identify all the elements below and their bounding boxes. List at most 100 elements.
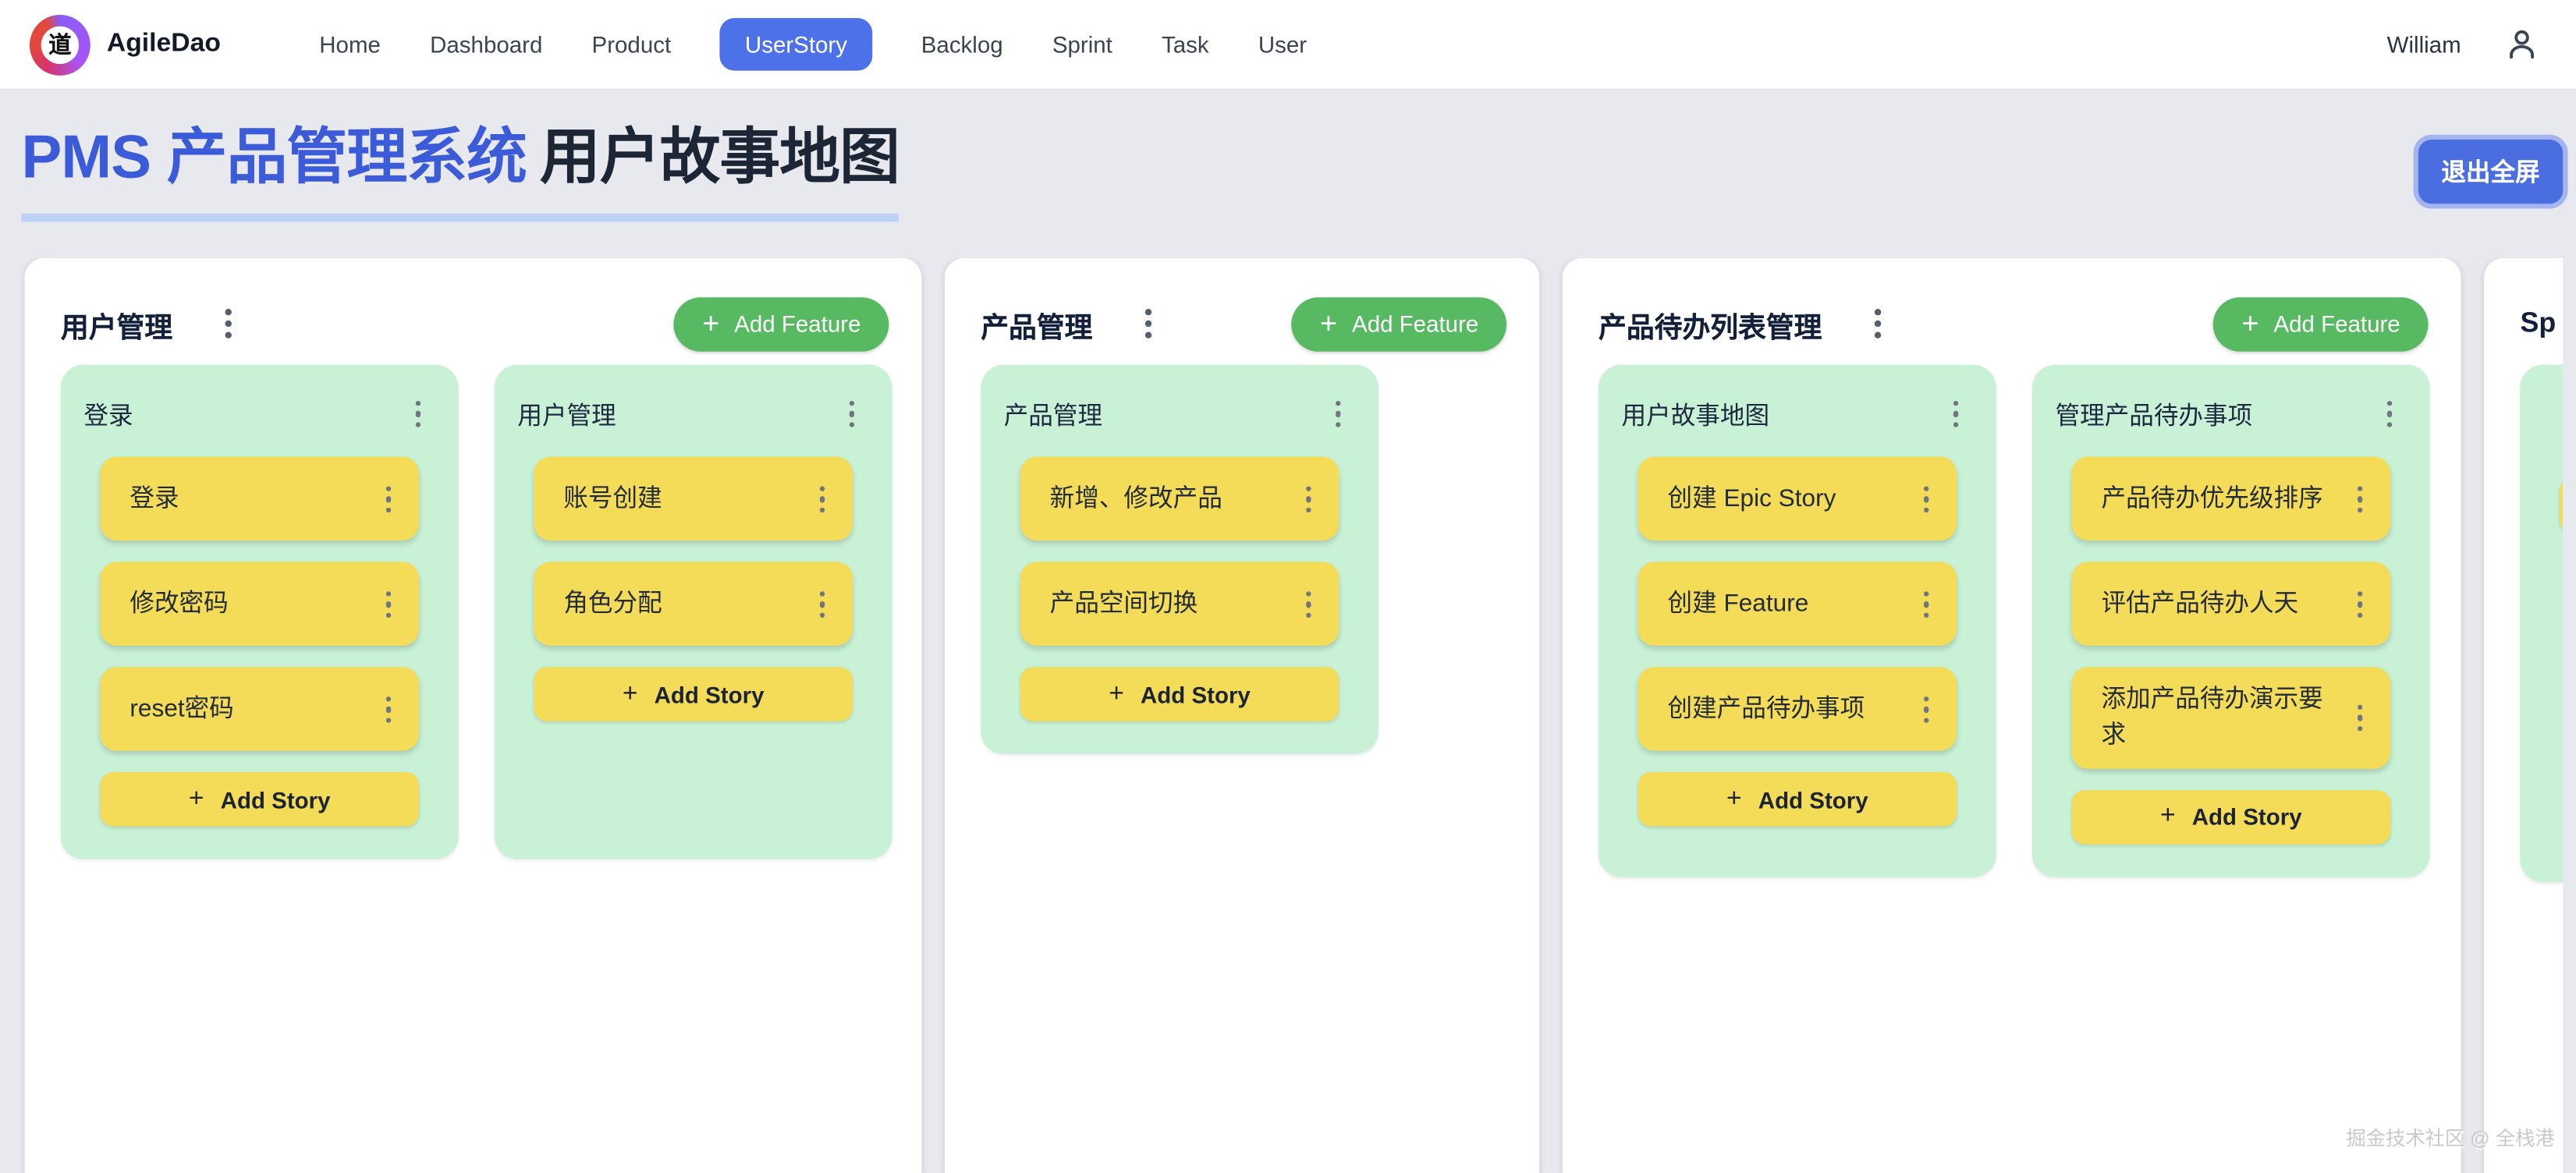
plus-icon: + bbox=[1320, 310, 1337, 339]
kebab-dot bbox=[849, 411, 854, 416]
kebab-menu-icon[interactable] bbox=[1914, 584, 1936, 625]
kebab-dot bbox=[1335, 422, 1340, 427]
kebab-menu-icon[interactable] bbox=[1914, 689, 1936, 730]
story-card[interactable]: 新增、修改产品 bbox=[1020, 457, 1339, 540]
story-card[interactable]: 登录 bbox=[100, 457, 419, 540]
kebab-menu-icon[interactable] bbox=[1866, 303, 1889, 346]
kebab-dot bbox=[2357, 612, 2362, 618]
nav-item-dashboard[interactable]: Dashboard bbox=[430, 18, 542, 70]
story-label: 评估产品待办人天 bbox=[2101, 586, 2325, 622]
story-card[interactable]: 创建 Feature bbox=[1638, 562, 1957, 646]
kebab-menu-icon[interactable] bbox=[406, 394, 428, 434]
story-card[interactable]: 添加产品待办演示要求 bbox=[2072, 668, 2391, 769]
kebab-menu-icon[interactable] bbox=[2348, 479, 2370, 519]
user-name[interactable]: William bbox=[2387, 31, 2461, 58]
nav-menu: Home Dashboard Product UserStory Backlog Spri… bbox=[319, 18, 1307, 70]
story-card[interactable]: 修改密码 bbox=[100, 562, 419, 646]
story-card[interactable]: 创建 Epic Story bbox=[1638, 457, 1957, 540]
kebab-menu-icon[interactable] bbox=[811, 584, 832, 625]
nav-item-task[interactable]: Task bbox=[1162, 18, 1209, 70]
person-outline-icon[interactable] bbox=[2503, 27, 2539, 62]
plus-icon: + bbox=[2160, 804, 2176, 831]
story-label: reset密码 bbox=[130, 692, 353, 728]
add-feature-button[interactable]: +Add Feature bbox=[1292, 297, 1506, 352]
nav-item-backlog[interactable]: Backlog bbox=[921, 18, 1003, 70]
kebab-dot bbox=[2357, 601, 2362, 607]
kebab-dot bbox=[1923, 507, 1928, 512]
nav-item-userstory[interactable]: UserStory bbox=[720, 18, 871, 70]
add-feature-button[interactable]: +Add Feature bbox=[2214, 297, 2429, 352]
kebab-menu-icon[interactable] bbox=[1944, 394, 1966, 434]
nav-item-user[interactable]: User bbox=[1258, 18, 1307, 70]
kebab-dot bbox=[385, 696, 391, 701]
exit-fullscreen-button[interactable]: 退出全屏 bbox=[2418, 140, 2563, 204]
kebab-menu-icon[interactable] bbox=[377, 479, 399, 519]
feature-title: 用户管理 bbox=[517, 397, 840, 431]
kebab-dot bbox=[2357, 726, 2362, 732]
kebab-menu-icon[interactable] bbox=[1914, 479, 1936, 519]
kebab-dot bbox=[2357, 507, 2362, 512]
story-card[interactable]: 创建产品待办事项 bbox=[1638, 668, 1957, 751]
kebab-menu-icon[interactable] bbox=[811, 479, 832, 519]
kebab-dot bbox=[1953, 411, 1958, 416]
plus-icon: + bbox=[1726, 787, 1742, 813]
kebab-dot bbox=[819, 486, 825, 491]
kebab-menu-icon[interactable] bbox=[1297, 584, 1319, 625]
story-card[interactable]: 评估产品待办人天 bbox=[2072, 562, 2391, 646]
feature-title: 用户故事地图 bbox=[1622, 397, 1945, 431]
kebab-menu-icon[interactable] bbox=[2348, 698, 2370, 739]
story-label: 添加产品待办演示要求 bbox=[2101, 682, 2325, 754]
story-card[interactable]: 产品空间切换 bbox=[1020, 562, 1339, 646]
story-list: 新增、修改产品产品空间切换 bbox=[1020, 457, 1339, 646]
kebab-menu-icon[interactable] bbox=[377, 689, 399, 730]
kebab-menu-icon[interactable] bbox=[1137, 303, 1159, 346]
kebab-dot bbox=[415, 401, 420, 406]
kebab-menu-icon[interactable] bbox=[2378, 394, 2400, 434]
add-story-button[interactable]: +Add Story bbox=[100, 773, 419, 827]
kebab-dot bbox=[415, 422, 420, 427]
kebab-dot bbox=[819, 612, 825, 618]
epic-header: 产品待办列表管理+Add Feature bbox=[1598, 297, 2428, 352]
brand[interactable]: 道 AgileDao bbox=[30, 14, 221, 75]
kebab-menu-icon[interactable] bbox=[1297, 479, 1319, 519]
features-row: 产品管理新增、修改产品产品空间切换 +Add Story bbox=[981, 364, 1539, 754]
feature-title: 管理产品待办事项 bbox=[2055, 397, 2378, 431]
add-story-button[interactable]: +Add Story bbox=[1020, 668, 1339, 722]
add-story-button[interactable]: +Add Story bbox=[534, 668, 853, 722]
add-story-button[interactable]: +Add Story bbox=[2560, 479, 2563, 533]
kebab-dot bbox=[225, 332, 232, 338]
story-card[interactable]: 账号创建 bbox=[534, 457, 853, 540]
kebab-dot bbox=[819, 591, 825, 597]
story-card[interactable]: 角色分配 bbox=[534, 562, 853, 646]
story-label: 角色分配 bbox=[563, 586, 787, 622]
nav-item-home[interactable]: Home bbox=[319, 18, 381, 70]
kebab-menu-icon[interactable] bbox=[377, 584, 399, 625]
kebab-dot bbox=[819, 496, 825, 501]
story-card[interactable]: reset密码 bbox=[100, 668, 419, 751]
epic-title: 用户管理 bbox=[61, 303, 172, 345]
kebab-dot bbox=[2386, 411, 2392, 416]
feature-header: 产品管理 bbox=[1004, 394, 1349, 434]
kebab-menu-icon[interactable] bbox=[217, 303, 240, 346]
nav-item-product[interactable]: Product bbox=[592, 18, 672, 70]
feature-card: 管理产品待办事项产品待办优先级排序评估产品待办人天添加产品待办演示要求 +Add … bbox=[2032, 364, 2430, 877]
kebab-dot bbox=[2357, 496, 2362, 501]
kebab-dot bbox=[849, 401, 854, 406]
feature-card: 用户管理账号创建角色分配 +Add Story bbox=[495, 364, 892, 859]
kebab-menu-icon[interactable] bbox=[1327, 394, 1349, 434]
epic-title: Sp bbox=[2520, 308, 2556, 341]
add-feature-button[interactable]: +Add Feature bbox=[674, 297, 889, 352]
kebab-dot bbox=[819, 507, 825, 512]
kebab-dot bbox=[1145, 321, 1151, 328]
kebab-dot bbox=[1875, 310, 1881, 316]
add-story-label: Add Story bbox=[655, 682, 765, 708]
add-story-button[interactable]: +Add Story bbox=[1638, 773, 1957, 827]
page-header: PMS 产品管理系统用户故事地图 退出全屏 bbox=[0, 90, 2576, 221]
add-story-button[interactable]: +Add Story bbox=[2072, 790, 2391, 845]
kebab-dot bbox=[1923, 591, 1928, 597]
story-card[interactable]: 产品待办优先级排序 bbox=[2072, 457, 2391, 540]
nav-item-sprint[interactable]: Sprint bbox=[1052, 18, 1112, 70]
kebab-menu-icon[interactable] bbox=[840, 394, 862, 434]
story-list: 登录修改密码 reset密码 bbox=[100, 457, 419, 751]
kebab-menu-icon[interactable] bbox=[2348, 584, 2370, 625]
